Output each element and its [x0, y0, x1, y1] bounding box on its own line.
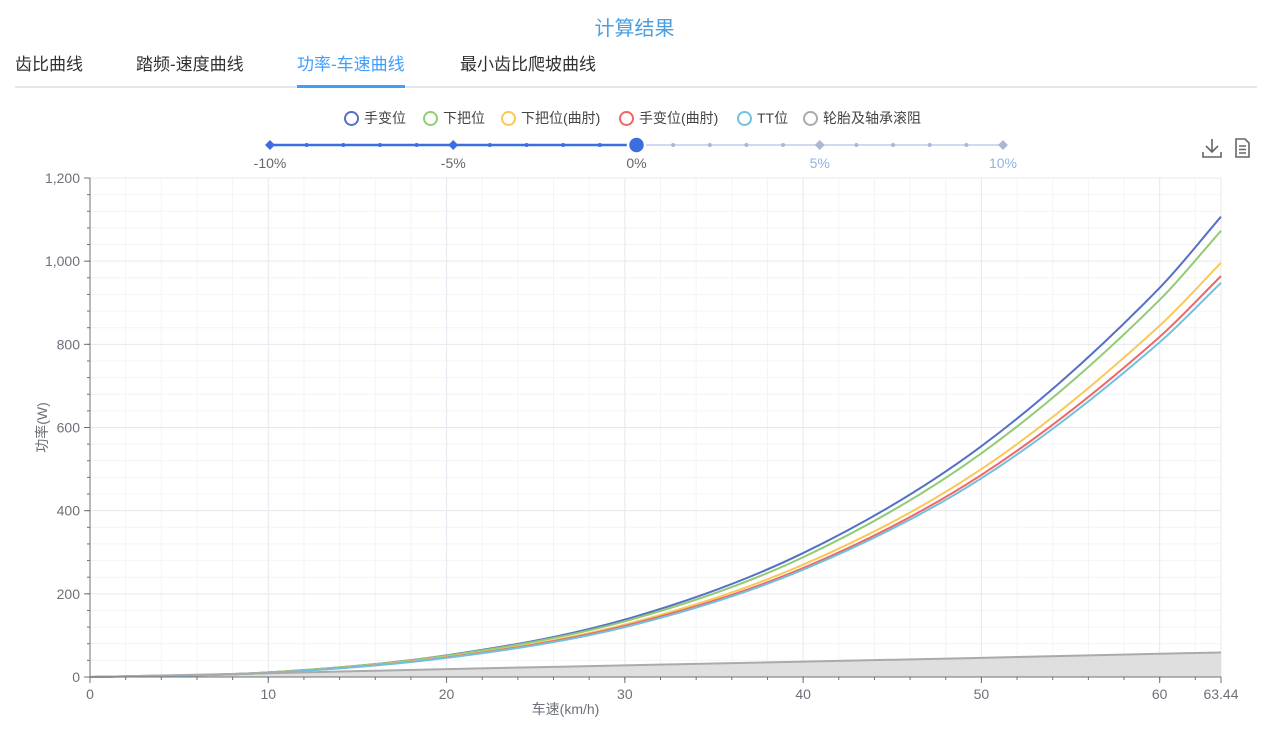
y-tick-label: 1,000 — [45, 253, 80, 269]
legend-label: 手变位(曲肘) — [639, 110, 719, 126]
slider-major-dot[interactable] — [998, 140, 1008, 150]
tab-gear-ratio[interactable]: 齿比曲线 — [15, 50, 83, 85]
slider-handle[interactable] — [626, 135, 647, 155]
legend-marker — [619, 110, 634, 126]
slider-label: -10% — [254, 155, 287, 171]
legend-item-shift-bent[interactable]: 手变位(曲肘) — [619, 108, 718, 128]
legend-label: TT位 — [757, 110, 789, 126]
slider-dot[interactable] — [964, 143, 969, 147]
x-tick-label: 50 — [974, 686, 990, 702]
slider-major-dot[interactable] — [265, 140, 275, 150]
slider-dot[interactable] — [891, 143, 896, 147]
legend-item-drops-bent[interactable]: 下把位(曲肘) — [501, 108, 600, 128]
legend-label: 轮胎及轴承滚阻 — [823, 110, 921, 126]
legend-label: 下把位 — [443, 110, 485, 126]
chart-legend: 手变位 下把位 下把位(曲肘) 手变位(曲肘) TT位 轮胎及轴承滚阻 — [0, 108, 1269, 128]
series-line-2 — [89, 262, 1222, 678]
legend-item-shift-position[interactable]: 手变位 — [344, 108, 406, 128]
x-axis-title: 车速(km/h) — [532, 701, 600, 717]
slider-label: -5% — [441, 155, 466, 171]
tab-bar: 齿比曲线 踏频-速度曲线 功率-车速曲线 最小齿比爬坡曲线 — [15, 48, 1257, 88]
slider-label: 0% — [626, 155, 646, 171]
slider-dot[interactable] — [781, 143, 786, 147]
legend-label: 下把位(曲肘) — [521, 110, 601, 126]
slider-dot[interactable] — [854, 143, 859, 147]
download-icon[interactable] — [1200, 136, 1224, 160]
x-tick-label: 10 — [260, 686, 276, 702]
x-tick-label: 40 — [795, 686, 811, 702]
y-axis-title: 功率(W) — [34, 402, 50, 453]
y-tick-label: 0 — [72, 669, 80, 685]
slider-dot[interactable] — [304, 143, 309, 147]
slider-dot[interactable] — [671, 143, 676, 147]
page-title: 计算结果 — [594, 18, 675, 40]
legend-label: 手变位 — [364, 110, 406, 126]
y-tick-label: 200 — [57, 586, 81, 602]
legend-item-drops[interactable]: 下把位 — [423, 108, 485, 128]
y-tick-label: 800 — [57, 336, 81, 352]
y-tick-label: 1,200 — [45, 170, 80, 186]
slider-dot[interactable] — [377, 143, 382, 147]
series-line-1 — [89, 230, 1222, 678]
slider-dot[interactable] — [487, 143, 492, 147]
tab-power-speed[interactable]: 功率-车速曲线 — [297, 50, 405, 88]
slider-dot[interactable] — [744, 143, 749, 147]
slider-dot[interactable] — [927, 143, 932, 147]
series-area-rolling-resistance — [90, 652, 1221, 677]
data-view-icon[interactable] — [1230, 136, 1254, 160]
legend-marker — [423, 110, 438, 126]
slider-major-dot[interactable] — [448, 140, 459, 150]
x-tick-label: 0 — [86, 686, 94, 702]
series-line-0 — [89, 216, 1222, 678]
slider-dot[interactable] — [414, 143, 419, 147]
chart-toolbox — [1200, 136, 1256, 162]
slider-label: 10% — [989, 155, 1017, 171]
y-tick-label: 600 — [57, 420, 81, 436]
legend-item-rolling-resistance[interactable]: 轮胎及轴承滚阻 — [803, 108, 921, 128]
tab-cadence-speed[interactable]: 踏频-速度曲线 — [136, 50, 244, 85]
tab-min-gear-climb[interactable]: 最小齿比爬坡曲线 — [460, 50, 596, 85]
legend-item-tt[interactable]: TT位 — [737, 108, 788, 128]
slider-dot[interactable] — [561, 143, 566, 147]
legend-marker — [344, 110, 359, 126]
slider-major-dot[interactable] — [814, 140, 825, 150]
slider-dot[interactable] — [707, 143, 712, 147]
x-tick-label: 60 — [1152, 686, 1168, 702]
slider-dot[interactable] — [524, 143, 529, 147]
x-tick-label: 63.44 — [1203, 686, 1238, 702]
legend-marker — [501, 110, 516, 126]
slider-label: 5% — [810, 155, 830, 171]
series-line-5 — [89, 651, 1222, 678]
slider-dot[interactable] — [597, 143, 602, 147]
slider-dot[interactable] — [341, 143, 346, 147]
y-tick-label: 400 — [57, 503, 81, 519]
x-tick-label: 30 — [617, 686, 633, 702]
legend-marker — [803, 110, 818, 126]
series-line-3 — [89, 275, 1222, 678]
legend-marker — [737, 110, 752, 126]
x-tick-label: 20 — [439, 686, 455, 702]
series-line-4 — [89, 282, 1222, 678]
